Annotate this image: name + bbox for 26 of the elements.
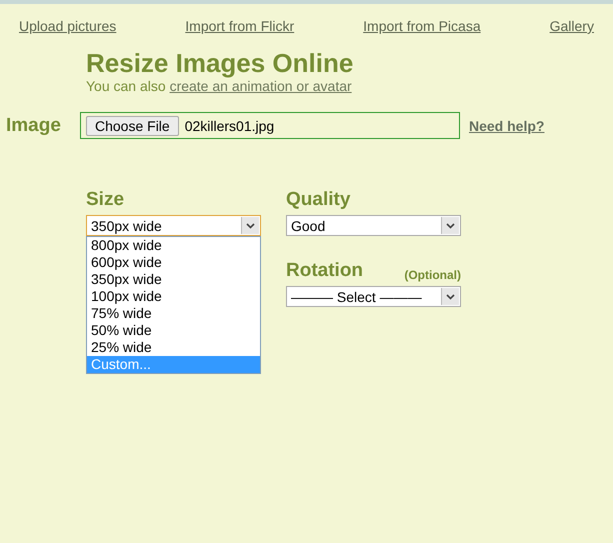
- file-input[interactable]: Choose File 02killers01.jpg: [80, 112, 460, 139]
- animation-link[interactable]: create an animation or avatar: [170, 78, 352, 94]
- quality-label: Quality: [286, 189, 350, 211]
- nav-link[interactable]: Import from Flickr: [185, 18, 294, 34]
- size-option[interactable]: 350px wide: [87, 271, 260, 288]
- nav-link[interactable]: Upload pictures: [19, 18, 116, 34]
- optional-note: (Optional): [404, 268, 461, 282]
- file-name: 02killers01.jpg: [184, 118, 274, 134]
- size-option[interactable]: 75% wide: [87, 305, 260, 322]
- quality-select[interactable]: Good: [286, 215, 461, 236]
- rotation-label: Rotation: [286, 260, 364, 282]
- size-option[interactable]: 800px wide: [87, 237, 260, 254]
- nav-link[interactable]: Gallery: [550, 18, 594, 34]
- choose-file-button[interactable]: Choose File: [86, 116, 179, 136]
- size-option[interactable]: 25% wide: [87, 339, 260, 356]
- help-link[interactable]: Need help?: [469, 118, 544, 134]
- nav-link[interactable]: Import from Picasa: [363, 18, 481, 34]
- image-label: Image: [5, 114, 62, 136]
- size-label: Size: [86, 189, 124, 211]
- rotation-select[interactable]: ——— Select ———: [286, 286, 461, 307]
- subtitle-text: You can also: [86, 78, 166, 94]
- size-option[interactable]: 100px wide: [87, 288, 260, 305]
- size-select[interactable]: 350px wide: [86, 215, 261, 236]
- page-title: Resize Images Online: [86, 48, 354, 78]
- size-option[interactable]: 600px wide: [87, 254, 260, 271]
- size-option[interactable]: 50% wide: [87, 322, 260, 339]
